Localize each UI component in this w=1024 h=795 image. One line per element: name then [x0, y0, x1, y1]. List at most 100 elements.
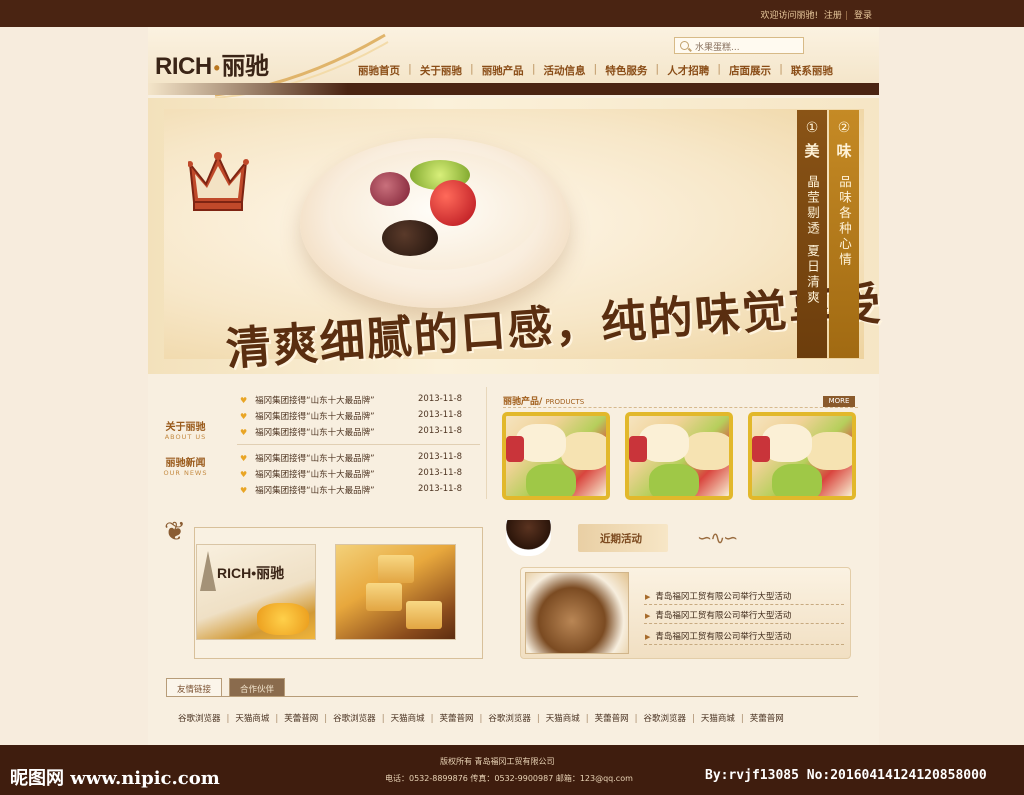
nav-item-about[interactable]: 关于丽驰: [412, 63, 470, 79]
friend-link[interactable]: 芙蕾普网: [595, 714, 629, 724]
top-links: 欢迎访问丽驰! 注册 | 登录: [757, 8, 872, 21]
watermark-left: 昵图网 www.nipic.com: [10, 768, 220, 789]
heart-icon: ♥: [240, 454, 248, 463]
tab-number: ②: [837, 120, 851, 136]
banner-tab-2[interactable]: ② 味 品味各种心情: [829, 110, 859, 358]
side-news-en: OUR NEWS: [163, 469, 208, 477]
news-date: 2013-11-8: [418, 410, 462, 420]
footer-copyright: 版权所有 青岛福冈工贸有限公司: [440, 757, 555, 766]
news-date: 2013-11-8: [418, 394, 462, 404]
activity-item[interactable]: ▶ 青岛福冈工贸有限公司举行大型活动: [645, 609, 791, 621]
friend-link[interactable]: 天猫商城: [546, 714, 580, 724]
news-item[interactable]: ♥ 福冈集团接得“山东十大最品牌” 2013-11-8: [240, 452, 462, 464]
news-date: 2013-11-8: [418, 452, 462, 462]
activity-title: 青岛福冈工贸有限公司举行大型活动: [655, 632, 792, 642]
link-divider: |: [226, 714, 230, 724]
friend-link[interactable]: 谷歌浏览器: [488, 714, 531, 724]
activity-title: 青岛福冈工贸有限公司举行大型活动: [655, 611, 792, 621]
nav-item-activities[interactable]: 活动信息: [536, 63, 594, 79]
arrow-icon: ▶: [645, 633, 651, 641]
news-title: 福冈集团接得“山东十大最品牌”: [255, 470, 375, 480]
heart-icon: ♥: [240, 486, 248, 495]
heart-icon: ♥: [240, 428, 248, 437]
search-placeholder: 水果蛋糕...: [695, 43, 740, 53]
product-thumbnail[interactable]: [748, 412, 856, 500]
link-divider: |: [430, 714, 434, 724]
link-divider: |: [585, 714, 589, 724]
friend-link[interactable]: 谷歌浏览器: [644, 714, 687, 724]
product-thumbnail[interactable]: [502, 412, 610, 500]
nav-item-home[interactable]: 丽驰首页: [350, 63, 408, 79]
tab-friend-links[interactable]: 友情链接: [166, 678, 223, 697]
logo-cn: 丽驰: [221, 53, 269, 80]
side-about-en: ABOUT US: [164, 433, 207, 441]
more-button[interactable]: MORE: [823, 396, 855, 407]
activity-divider: [644, 644, 844, 645]
coffee-cup-icon: [506, 520, 551, 556]
pastry-photo[interactable]: [335, 544, 456, 640]
news-title: 福冈集团接得“山东十大最品牌”: [255, 412, 375, 422]
nav-item-jobs[interactable]: 人才招聘: [659, 63, 717, 79]
activity-item[interactable]: ▶ 青岛福冈工贸有限公司举行大型活动: [645, 630, 791, 642]
search-icon: [680, 41, 689, 50]
activity-title: 青岛福冈工贸有限公司举行大型活动: [655, 592, 792, 602]
news-item[interactable]: ♥ 福冈集团接得“山东十大最品牌” 2013-11-8: [240, 394, 462, 406]
friend-link[interactable]: 天猫商城: [701, 714, 735, 724]
heart-icon: ♥: [240, 412, 248, 421]
activity-heading: 近期活动: [578, 524, 668, 552]
activity-item[interactable]: ▶ 青岛福冈工贸有限公司举行大型活动: [645, 590, 791, 602]
friend-link[interactable]: 谷歌浏览器: [178, 714, 221, 724]
friend-link[interactable]: 芙蕾普网: [750, 714, 784, 724]
friend-link[interactable]: 天猫商城: [391, 714, 425, 724]
tab-partners[interactable]: 合作伙伴: [229, 678, 286, 697]
side-about-link[interactable]: 关于丽驰 ABOUT US: [148, 418, 223, 441]
link-divider: |: [634, 714, 638, 724]
friend-link[interactable]: 谷歌浏览器: [333, 714, 376, 724]
side-news-link[interactable]: 丽驰新闻 OUR NEWS: [148, 454, 223, 477]
friend-link[interactable]: 芙蕾普网: [284, 714, 318, 724]
brand-photo-logo: RICH•丽驰: [217, 565, 285, 581]
link-divider: |: [479, 714, 483, 724]
side-news-cn: 丽驰新闻: [165, 458, 206, 469]
banner-tab-1[interactable]: ① 美 晶莹剔透 夏日清爽: [797, 110, 827, 358]
product-thumbnail[interactable]: [625, 412, 733, 500]
news-title: 福冈集团接得“山东十大最品牌”: [255, 486, 375, 496]
friend-link[interactable]: 芙蕾普网: [439, 714, 473, 724]
news-title: 福冈集团接得“山东十大最品牌”: [255, 428, 375, 438]
nav-item-contact[interactable]: 联系丽驰: [783, 63, 841, 79]
fig-fruit: [370, 172, 410, 206]
activity-divider: [644, 604, 844, 605]
side-about-cn: 关于丽驰: [165, 422, 206, 433]
swirl-ornament-icon: ∽∿∽: [697, 528, 738, 549]
brand-photo[interactable]: RICH•丽驰: [196, 544, 316, 640]
login-link[interactable]: 登录: [854, 11, 872, 21]
bread-photo[interactable]: [525, 572, 629, 654]
news-date: 2013-11-8: [418, 484, 462, 494]
news-item[interactable]: ♥ 福冈集团接得“山东十大最品牌” 2013-11-8: [240, 410, 462, 422]
tarts-shape: [257, 603, 309, 635]
tab-title: 味: [836, 142, 852, 160]
news-date: 2013-11-8: [418, 426, 462, 436]
pastry-cube: [366, 583, 402, 611]
nav-item-products[interactable]: 丽驰产品: [474, 63, 532, 79]
heart-icon: ♥: [240, 470, 248, 479]
tab-title: 美: [804, 142, 820, 160]
friend-link[interactable]: 天猫商城: [235, 714, 269, 724]
friend-links-list: 谷歌浏览器 | 天猫商城 | 芙蕾普网 | 谷歌浏览器 | 天猫商城 | 芙蕾普网 | 谷歌浏览器 | 天猫…: [178, 712, 784, 724]
pastry-cube: [406, 601, 442, 629]
news-title: 福冈集团接得“山东十大最品牌”: [255, 454, 375, 464]
products-divider: [503, 407, 858, 408]
register-link[interactable]: 注册: [824, 11, 842, 21]
news-item[interactable]: ♥ 福冈集团接得“山东十大最品牌” 2013-11-8: [240, 426, 462, 438]
search-input[interactable]: 水果蛋糕...: [674, 37, 804, 54]
crown-icon: [188, 152, 249, 211]
link-divider: |: [692, 714, 695, 724]
chocolate-plaque: [382, 220, 438, 256]
news-item[interactable]: ♥ 福冈集团接得“山东十大最品牌” 2013-11-8: [240, 484, 462, 496]
news-item[interactable]: ♥ 福冈集团接得“山东十大最品牌” 2013-11-8: [240, 468, 462, 480]
nav-item-stores[interactable]: 店面展示: [721, 63, 779, 79]
site-logo[interactable]: RICH •丽驰: [155, 46, 269, 81]
nav-item-services[interactable]: 特色服务: [597, 63, 655, 79]
arrow-icon: ▶: [645, 612, 651, 620]
tab-underline: [166, 696, 858, 697]
